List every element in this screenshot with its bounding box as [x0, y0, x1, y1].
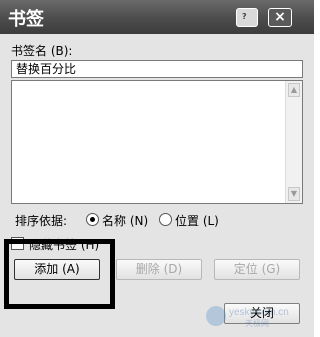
sort-by-position-label[interactable]: 位置 (L) [175, 212, 219, 229]
bookmark-name-label: 书签名 (B): [11, 44, 73, 58]
scroll-down-icon[interactable]: ▼ [288, 187, 300, 201]
bookmark-list[interactable]: ▲ ▼ [11, 80, 303, 204]
close-icon: × [274, 9, 286, 25]
watermark-text: yesky.com.cn [229, 307, 289, 318]
watermark-logo: yesky.com.cn 天极网 [205, 303, 305, 329]
watermark-graphic: yesky.com.cn 天极网 [206, 306, 289, 328]
sort-by-name-label[interactable]: 名称 (N) [102, 212, 148, 229]
help-button[interactable]: ? [236, 8, 258, 27]
radio-selected-dot [90, 217, 95, 222]
scroll-up-icon[interactable]: ▲ [288, 83, 300, 97]
list-scrollbar[interactable]: ▲ ▼ [285, 81, 302, 203]
help-icon: ? [242, 12, 247, 21]
title-bar[interactable]: 书签 ? × [0, 0, 314, 34]
sort-label: 排序依据: [15, 214, 68, 228]
bookmark-name-value: 替换百分比 [16, 62, 77, 76]
watermark-subtext: 天极网 [245, 318, 269, 328]
bookmark-dialog: 书签 ? × 书签名 (B): 替换百分比 ▲ ▼ 排序依据: 名称 (N) 位… [0, 0, 314, 337]
sort-by-position-radio[interactable] [159, 213, 172, 226]
delete-button[interactable]: 删除 (D) [116, 259, 202, 280]
goto-button[interactable]: 定位 (G) [214, 259, 300, 280]
dialog-title: 书签 [8, 9, 44, 30]
sort-by-name-radio[interactable] [86, 213, 99, 226]
highlight-box [4, 239, 115, 309]
bookmark-name-input[interactable]: 替换百分比 [11, 60, 303, 78]
close-window-button[interactable]: × [268, 8, 292, 27]
